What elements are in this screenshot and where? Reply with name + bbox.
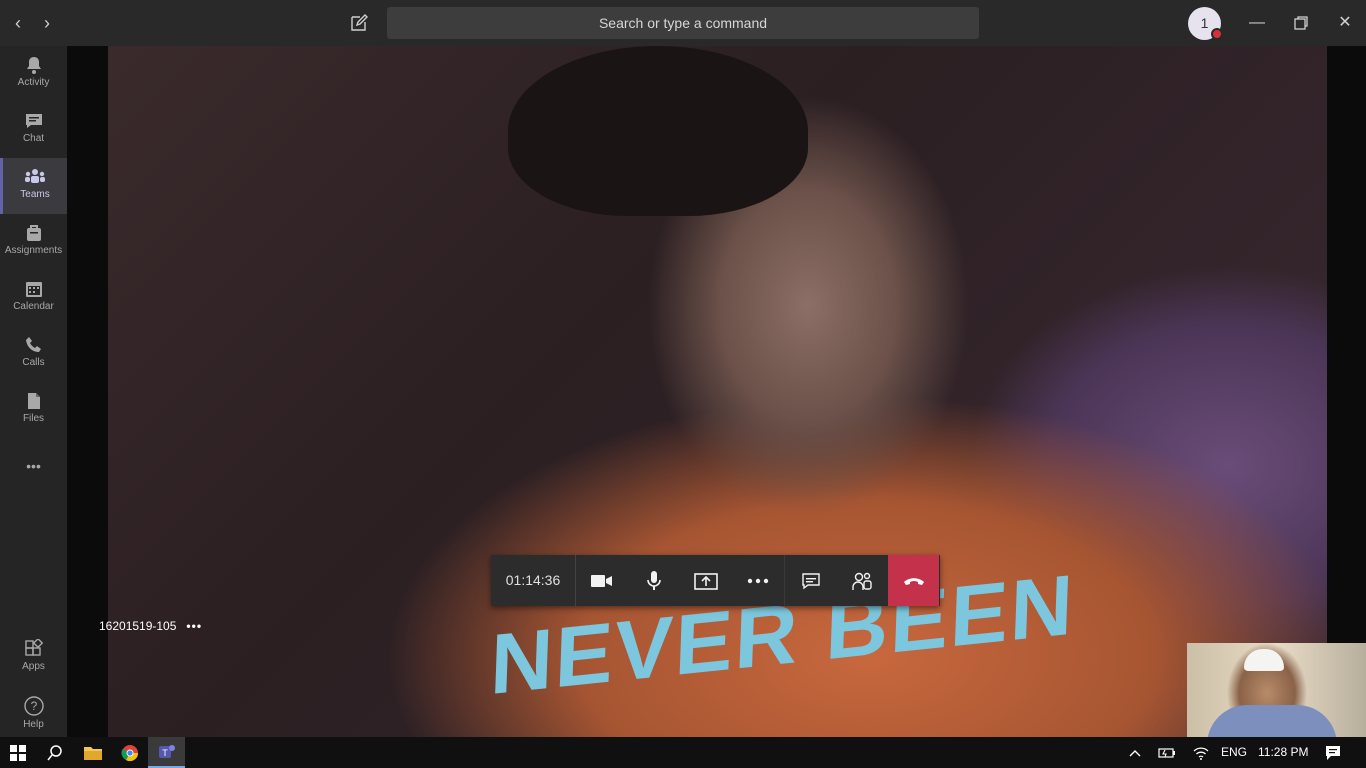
rail-item-teams[interactable]: Teams [0, 158, 67, 214]
camera-toggle-button[interactable] [576, 555, 628, 606]
phone-icon [25, 337, 41, 352]
apps-icon [24, 639, 43, 656]
compose-icon [351, 14, 368, 31]
taskbar-clock[interactable]: 11:28 PM [1258, 745, 1308, 759]
rail-item-assignments[interactable]: Assignments [0, 214, 67, 270]
show-participants-button[interactable] [836, 555, 888, 606]
network-button[interactable] [1190, 737, 1212, 768]
taskbar-file-explorer[interactable] [74, 737, 111, 768]
taskbar-teams[interactable]: T [148, 737, 185, 768]
show-hidden-icons-button[interactable] [1124, 737, 1146, 768]
participant-label: 16201519-105 ••• [99, 619, 202, 633]
windows-taskbar: T ENG 11:28 PM [0, 737, 1366, 768]
rail-label: Calls [22, 357, 45, 368]
microphone-toggle-button[interactable] [628, 555, 680, 606]
file-explorer-icon [83, 746, 102, 760]
calendar-icon [25, 282, 42, 297]
back-button[interactable]: ‹ [8, 12, 28, 34]
search-icon [47, 744, 62, 760]
chrome-icon [121, 744, 138, 761]
taskbar-search-button[interactable] [36, 737, 74, 768]
more-actions-button[interactable] [732, 555, 784, 606]
forward-button[interactable]: › [37, 12, 57, 34]
rail-item-files[interactable]: Files [0, 382, 67, 438]
start-button[interactable] [0, 737, 36, 768]
self-video-subject [1244, 649, 1284, 671]
rail-item-apps[interactable]: Apps [0, 630, 67, 686]
call-controls: 01:14:36 [491, 555, 940, 606]
share-screen-button[interactable] [680, 555, 732, 606]
bell-icon [26, 57, 41, 74]
hang-up-button[interactable] [888, 555, 939, 606]
rail-label: Chat [22, 133, 45, 144]
rail-item-calendar[interactable]: Calendar [0, 270, 67, 326]
avatar-initial: 1 [1200, 15, 1209, 31]
share-screen-icon [694, 572, 718, 590]
wifi-icon [1193, 746, 1209, 760]
notification-icon [1326, 745, 1340, 760]
input-language[interactable]: ENG [1221, 745, 1247, 759]
rail-label: Help [23, 719, 44, 730]
call-timer: 01:14:36 [491, 555, 576, 606]
title-bar: ‹ › Search or type a command 1 — ✕ [0, 0, 1366, 46]
rail-item-help[interactable]: ? Help [0, 686, 67, 742]
rail-label: Files [22, 413, 45, 424]
teams-icon [25, 169, 45, 183]
show-conversation-button[interactable] [784, 555, 836, 606]
close-button[interactable]: ✕ [1332, 10, 1358, 36]
help-icon: ? [23, 696, 44, 716]
participant-name: 16201519-105 [99, 619, 177, 633]
rail-label: Assignments [4, 245, 63, 256]
svg-text:T: T [162, 748, 168, 758]
chat-icon [25, 114, 42, 128]
more-apps-button[interactable]: ••• [0, 448, 67, 488]
participants-icon [852, 572, 872, 590]
microphone-icon [647, 570, 661, 590]
remote-video: NEVER BEEN [108, 46, 1327, 737]
rail-label: Activity [17, 77, 50, 88]
self-video-preview[interactable] [1187, 643, 1366, 737]
taskbar-chrome[interactable] [111, 737, 148, 768]
minimize-button[interactable]: — [1244, 10, 1270, 36]
search-input[interactable]: Search or type a command [387, 7, 979, 39]
more-options-icon [747, 578, 769, 583]
rail-item-chat[interactable]: Chat [0, 102, 67, 158]
participant-more-button[interactable]: ••• [186, 619, 202, 633]
camera-icon [591, 574, 612, 587]
action-center-button[interactable] [1322, 737, 1344, 768]
rail-item-activity[interactable]: Activity [0, 46, 67, 102]
avatar[interactable]: 1 [1188, 7, 1223, 40]
rail-label: Calendar [13, 301, 54, 312]
file-icon [27, 393, 40, 409]
chevron-up-icon [1129, 749, 1141, 756]
self-video-shirt [1207, 705, 1337, 737]
battery-charging-icon [1158, 747, 1175, 758]
assignments-icon [26, 225, 41, 241]
svg-text:?: ? [30, 699, 37, 713]
restore-button[interactable] [1288, 10, 1314, 36]
new-chat-button[interactable] [348, 12, 370, 34]
video-subject [508, 46, 808, 216]
rail-label: Apps [22, 661, 45, 672]
windows-start-icon [10, 744, 26, 761]
status-badge [1211, 28, 1223, 40]
hang-up-icon [903, 577, 924, 585]
show-conversation-icon [801, 572, 820, 589]
restore-icon [1294, 16, 1308, 30]
app-rail: Activity Chat Teams Assignments Calendar… [0, 46, 67, 737]
teams-app-icon: T [158, 744, 175, 758]
battery-button[interactable] [1156, 737, 1178, 768]
rail-label: Teams [20, 189, 50, 200]
rail-item-calls[interactable]: Calls [0, 326, 67, 382]
